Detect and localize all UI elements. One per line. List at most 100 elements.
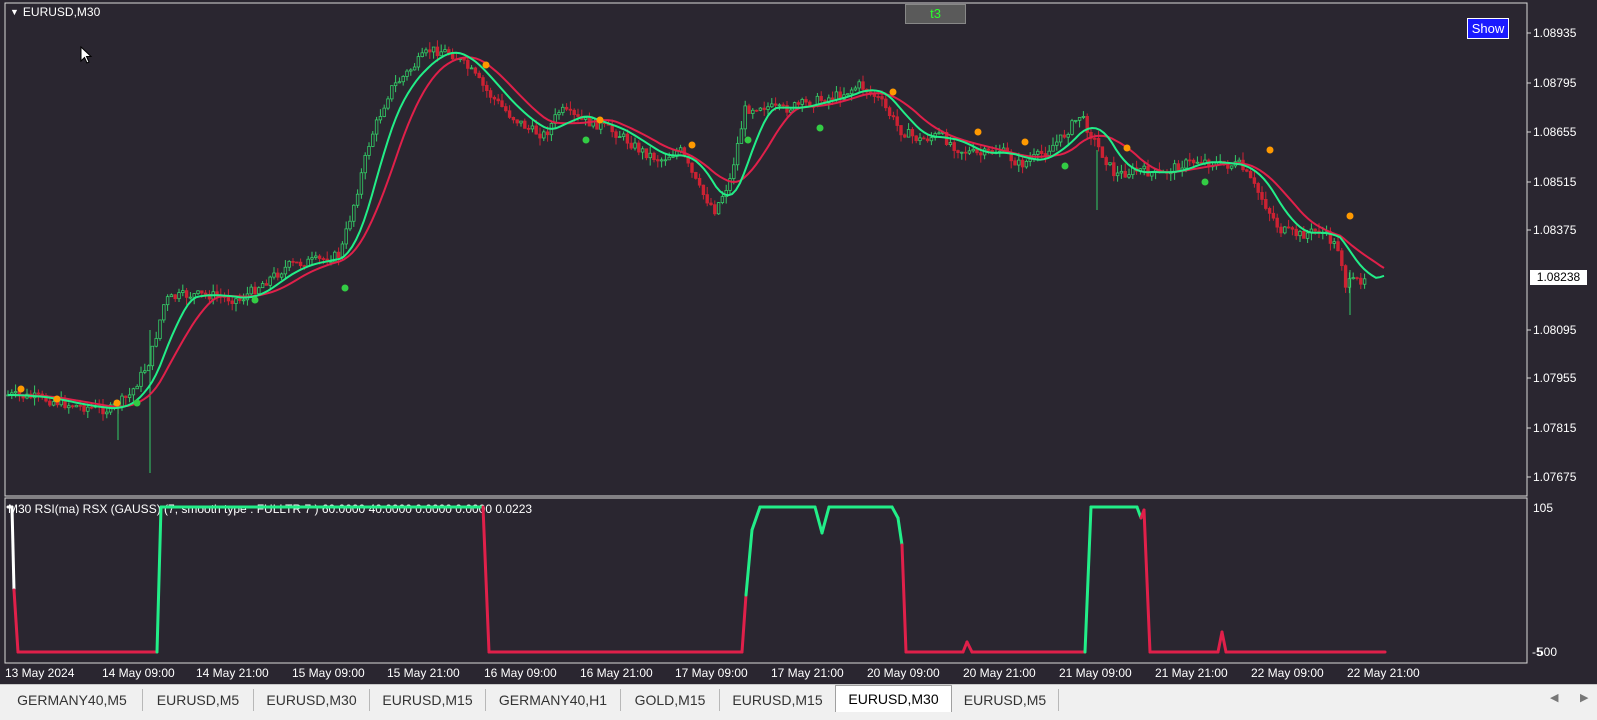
sell-signal-marker bbox=[17, 385, 25, 393]
time-tick: 13 May 2024 bbox=[5, 666, 75, 680]
candle-body bbox=[819, 95, 823, 101]
tab-eurusd-m30[interactable]: EURUSD,M30 bbox=[254, 689, 370, 711]
candle-body bbox=[1294, 228, 1298, 237]
candle-body bbox=[751, 109, 755, 114]
candle-body bbox=[922, 137, 926, 140]
candle-body bbox=[963, 151, 968, 154]
candle-body bbox=[1226, 164, 1230, 169]
candle-body bbox=[1043, 153, 1048, 156]
time-tick: 21 May 09:00 bbox=[1059, 666, 1132, 680]
candle-body bbox=[409, 69, 413, 72]
tab-germany40-h1[interactable]: GERMANY40,H1 bbox=[486, 689, 621, 711]
buy-signal-marker bbox=[1061, 162, 1069, 170]
candle-body bbox=[1108, 162, 1112, 166]
candle-body bbox=[469, 67, 474, 70]
time-tick: 20 May 09:00 bbox=[867, 666, 940, 680]
tab-gold-m15[interactable]: GOLD,M15 bbox=[621, 689, 720, 711]
indicator-pane[interactable] bbox=[4, 497, 1528, 664]
chart-title: ▼ EURUSD,M30 bbox=[10, 5, 101, 19]
candle-body bbox=[739, 128, 744, 144]
candle-body bbox=[401, 76, 405, 83]
triangle-down-icon[interactable]: ▼ bbox=[10, 7, 19, 17]
candle-body bbox=[830, 97, 835, 100]
tab-eurusd-m30-active[interactable]: EURUSD,M30 bbox=[835, 685, 952, 712]
candle-body bbox=[568, 108, 573, 111]
candle-body bbox=[82, 404, 86, 412]
t3-label[interactable]: t3 bbox=[905, 4, 966, 24]
chevron-right-icon[interactable]: ▶ bbox=[1580, 691, 1588, 704]
candle-body bbox=[1237, 159, 1241, 163]
candle-body bbox=[576, 114, 580, 117]
time-tick: 16 May 09:00 bbox=[484, 666, 557, 680]
tab-eurusd-m15-2[interactable]: EURUSD,M15 bbox=[720, 689, 836, 711]
tab-eurusd-m5[interactable]: EURUSD,M5 bbox=[143, 689, 254, 711]
indicator-scale-bottom-overlap: 500 bbox=[1537, 645, 1557, 659]
candle-body bbox=[637, 142, 641, 153]
time-tick: 17 May 21:00 bbox=[771, 666, 844, 680]
tab-eurusd-m5-2[interactable]: EURUSD,M5 bbox=[952, 689, 1059, 711]
sell-signal-marker bbox=[688, 141, 696, 149]
show-button[interactable]: Show bbox=[1467, 18, 1509, 39]
candle-body bbox=[466, 59, 470, 69]
price-tick: 1.07675 bbox=[1533, 470, 1577, 484]
sell-signal-marker bbox=[1021, 138, 1029, 146]
candle-body bbox=[154, 338, 158, 347]
candle-body bbox=[671, 155, 675, 158]
candle-body bbox=[903, 134, 907, 138]
candle-body bbox=[367, 146, 371, 156]
candle-body bbox=[914, 135, 918, 142]
candle-body bbox=[1260, 192, 1264, 200]
tab-germany40-m5[interactable]: GERMANY40,M5 bbox=[2, 689, 143, 711]
candle-body bbox=[276, 272, 280, 278]
candle-body bbox=[1150, 172, 1154, 177]
time-tick: 20 May 21:00 bbox=[963, 666, 1036, 680]
candle-body bbox=[1305, 232, 1310, 239]
candle-body bbox=[238, 298, 242, 301]
candle-body bbox=[439, 51, 443, 57]
candle-body bbox=[1355, 277, 1359, 280]
chevron-left-icon[interactable]: ◀ bbox=[1550, 691, 1558, 704]
candle-body bbox=[1290, 227, 1295, 230]
candle-body bbox=[1142, 165, 1146, 170]
candle-body bbox=[891, 115, 896, 118]
candle-body bbox=[48, 400, 52, 406]
price-tick: 1.08515 bbox=[1533, 175, 1577, 189]
candle-body bbox=[834, 91, 839, 100]
candle-body bbox=[857, 81, 861, 89]
candle-body bbox=[785, 104, 789, 113]
tab-eurusd-m15[interactable]: EURUSD,M15 bbox=[370, 689, 486, 711]
candle-body bbox=[1115, 172, 1120, 177]
candle-body bbox=[386, 98, 390, 109]
candle-body bbox=[264, 283, 269, 286]
price-tick: 1.08795 bbox=[1533, 76, 1577, 90]
candle-body bbox=[1039, 150, 1044, 154]
candle-body bbox=[314, 255, 318, 259]
candle-body bbox=[614, 131, 618, 138]
candle-body bbox=[371, 133, 375, 147]
candle-body bbox=[241, 299, 246, 302]
candle-body bbox=[667, 156, 671, 161]
candle-body bbox=[1267, 208, 1272, 214]
candle-body bbox=[1286, 226, 1291, 229]
candle-body bbox=[1013, 160, 1017, 166]
candle-body bbox=[1340, 250, 1344, 267]
candle-body bbox=[492, 96, 497, 100]
candle-body bbox=[952, 142, 956, 151]
candle-body bbox=[340, 243, 345, 258]
candle-body bbox=[971, 148, 975, 152]
candle-body bbox=[504, 106, 508, 112]
candle-body bbox=[1096, 138, 1101, 148]
time-tick: 22 May 21:00 bbox=[1347, 666, 1420, 680]
candle-body bbox=[1093, 137, 1097, 140]
candle-body bbox=[1245, 169, 1249, 172]
candle-body bbox=[435, 46, 440, 57]
candle-body bbox=[431, 46, 436, 53]
chart-area[interactable]: 1.08935 1.08795 1.08655 1.08515 1.08375 … bbox=[0, 0, 1597, 684]
candle-body bbox=[374, 119, 379, 135]
candle-body bbox=[884, 98, 888, 109]
candle-body bbox=[1176, 163, 1181, 172]
price-tick: 1.07815 bbox=[1533, 421, 1577, 435]
main-price-pane[interactable] bbox=[4, 2, 1528, 497]
candle-body bbox=[272, 272, 276, 278]
candle-body bbox=[754, 109, 759, 112]
